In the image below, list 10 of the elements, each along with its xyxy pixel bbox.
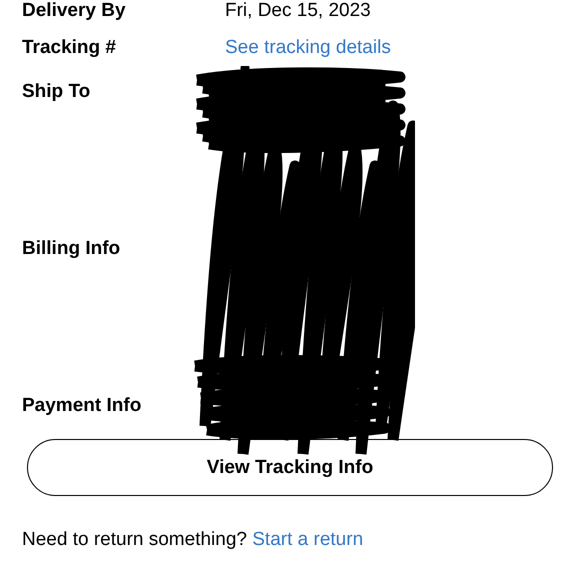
tracking-link[interactable]: See tracking details bbox=[225, 37, 391, 58]
detail-value: Fri, Dec 15, 2023 bbox=[225, 0, 372, 22]
detail-label: Ship To bbox=[22, 81, 92, 103]
detail-label: Tracking # bbox=[22, 37, 117, 59]
start-return-link[interactable]: Start a return bbox=[252, 529, 364, 550]
detail-label: Billing Info bbox=[22, 238, 122, 260]
detail-label: Delivery By bbox=[22, 0, 127, 22]
view-tracking-button[interactable]: View Tracking Info bbox=[27, 439, 553, 496]
return-prompt: Need to return something? Start a return bbox=[22, 529, 364, 551]
detail-label: Payment Info bbox=[22, 395, 142, 417]
